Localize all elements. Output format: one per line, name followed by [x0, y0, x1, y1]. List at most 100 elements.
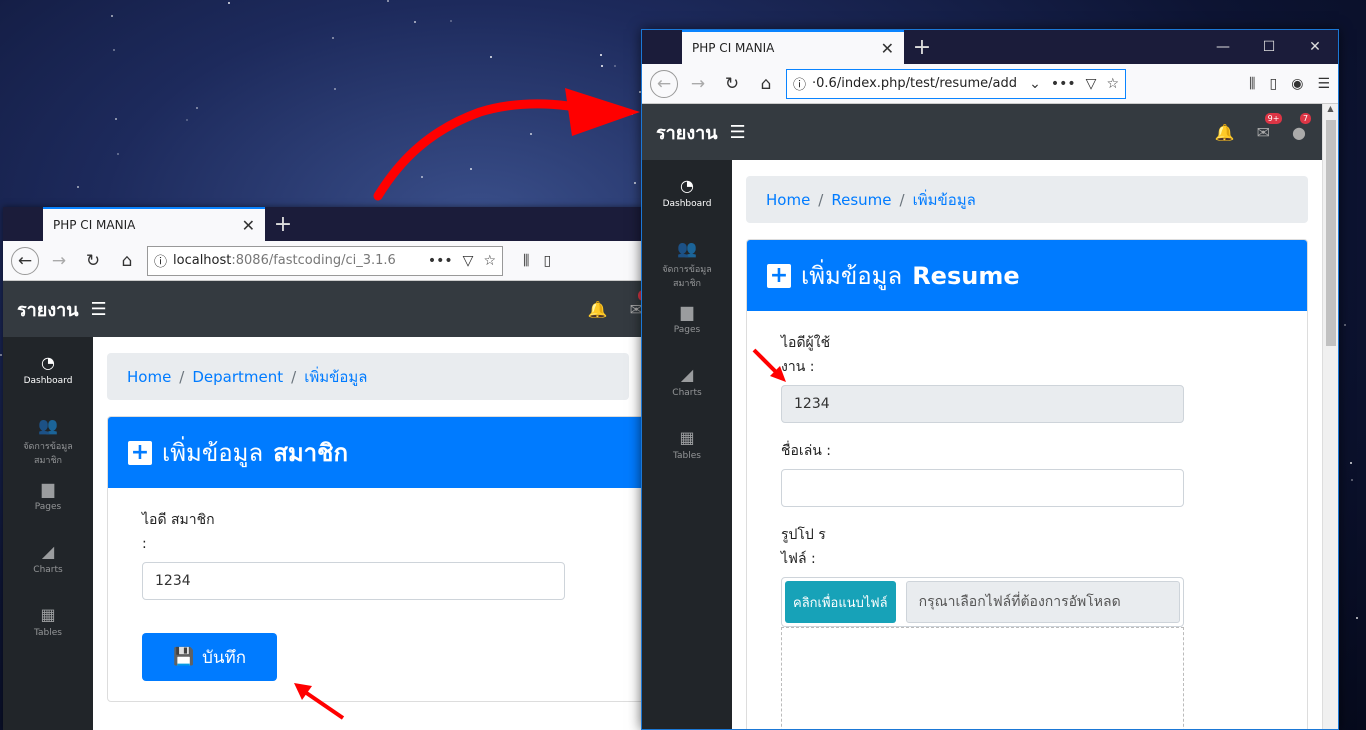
browser-tab[interactable]: PHP CI MANIA ✕	[43, 207, 265, 241]
app-header: รายงาน ☰ 🔔 ✉ 9+ ● 7	[642, 104, 1322, 160]
sidebar-item-members[interactable]: 👥 จัดการข้อมูล สมาชิก	[3, 416, 93, 479]
vertical-scrollbar[interactable]: ▲	[1322, 104, 1338, 729]
tab-bar: PHP CI MANIA ✕ +	[3, 207, 643, 241]
sidebar-toggle-icon[interactable]: ▯	[543, 253, 551, 269]
card-title-prefix: เพิ่มข้อมูล	[801, 262, 903, 290]
sidebar-item-dashboard[interactable]: ◔ Dashboard	[3, 353, 93, 416]
pocket-icon[interactable]: ▽	[1086, 76, 1097, 92]
card-header: + เพิ่มข้อมูล สมาชิก	[108, 417, 643, 488]
chevron-down-icon[interactable]: ⌄	[1029, 76, 1041, 92]
sidebar-toggle-icon[interactable]: ▯	[1270, 76, 1278, 92]
attach-file-button[interactable]: คลิกเพื่อแนบไฟล์	[785, 581, 896, 623]
star-dot	[634, 182, 636, 184]
breadcrumb: Home / Resume / เพิ่มข้อมูล	[746, 176, 1308, 223]
plus-square-icon: +	[767, 263, 791, 288]
window-close-icon[interactable]: ✕	[1292, 30, 1338, 64]
maximize-icon[interactable]: ☐	[1246, 30, 1292, 64]
back-arrow-icon[interactable]: ←	[650, 69, 678, 98]
browser-tab[interactable]: PHP CI MANIA ✕	[682, 30, 904, 64]
file-placeholder[interactable]: กรุณาเลือกไฟล์ที่ต้องการอัพโหลด	[905, 581, 1180, 623]
breadcrumb-add[interactable]: เพิ่มข้อมูล	[304, 365, 367, 389]
sidebar-item-dashboard[interactable]: ◔ Dashboard	[642, 176, 732, 239]
breadcrumb-home[interactable]: Home	[766, 191, 810, 209]
star-dot	[334, 88, 336, 90]
library-icon[interactable]: ⫼	[1249, 76, 1255, 92]
nav-toolbar: ← → ↻ ⌂ ⓘ localhost:8086/fastcoding/ci_3…	[3, 241, 643, 281]
sidebar-item-charts[interactable]: ◢ Charts	[642, 365, 732, 428]
dashboard-icon: ◔	[41, 353, 55, 372]
sidebar-item-members[interactable]: 👥 จัดการข้อมูล สมาชิก	[642, 239, 732, 302]
sidebar: ◔ Dashboard 👥 จัดการข้อมูล สมาชิก ▆ Pages ◢…	[642, 160, 732, 729]
breadcrumb-resume[interactable]: Resume	[831, 191, 891, 209]
form-card: + เพิ่มข้อมูล สมาชิก ไอดี สมาชิก : 1234 …	[107, 416, 643, 702]
sidebar-item-charts[interactable]: ◢ Charts	[3, 542, 93, 605]
library-icon[interactable]: ⫼	[523, 253, 529, 269]
app-menu-icon[interactable]: ☰	[1317, 76, 1330, 92]
pocket-icon[interactable]: ▽	[463, 253, 474, 269]
more-icon[interactable]: •••	[428, 253, 453, 269]
new-tab-icon[interactable]: +	[904, 30, 940, 64]
scroll-up-icon[interactable]: ▲	[1323, 104, 1338, 113]
sidebar-item-tables[interactable]: ▦ Tables	[642, 428, 732, 491]
nickname-input[interactable]	[781, 469, 1184, 507]
url-bar[interactable]: ⓘ ·0.6/index.php/test/resume/add ⌄ ••• ▽…	[786, 68, 1126, 99]
table-icon: ▦	[679, 428, 695, 447]
info-icon[interactable]: ⓘ	[154, 251, 167, 270]
scrollbar-thumb[interactable]	[1326, 120, 1336, 346]
sidebar-item-tables[interactable]: ▦ Tables	[3, 605, 93, 668]
home-icon[interactable]: ⌂	[752, 70, 780, 98]
breadcrumb-add[interactable]: เพิ่มข้อมูล	[913, 188, 976, 212]
file-dropzone[interactable]	[781, 627, 1184, 729]
star-dot	[530, 133, 532, 135]
brand-title[interactable]: รายงาน	[656, 118, 718, 147]
dashboard-icon: ◔	[680, 176, 694, 195]
form-card: + เพิ่มข้อมูล Resume ไอดีผู้ใช้ งาน : 12…	[746, 239, 1308, 729]
reload-icon[interactable]: ↻	[79, 247, 107, 275]
main-content: Home / Department / เพิ่มข้อมูล + เพิ่มข้อ…	[93, 337, 643, 730]
sidebar-item-pages[interactable]: ▆ Pages	[3, 479, 93, 542]
save-button[interactable]: 💾 บันทึก	[142, 633, 277, 681]
folder-icon: ▆	[680, 302, 694, 321]
close-icon[interactable]: ✕	[881, 39, 894, 58]
reload-icon[interactable]: ↻	[718, 70, 746, 98]
star-icon[interactable]: ☆	[483, 253, 496, 269]
star-dot	[490, 56, 492, 58]
bell-icon[interactable]: 🔔	[1215, 123, 1235, 142]
new-tab-icon[interactable]: +	[265, 207, 301, 241]
card-title-bold: สมาชิก	[273, 439, 348, 467]
star-dot	[631, 113, 633, 115]
bell-icon[interactable]: 🔔	[588, 300, 608, 319]
star-dot	[1356, 617, 1358, 619]
mail-icon[interactable]: ✉9+	[1257, 112, 1283, 142]
url-bar[interactable]: ⓘ localhost:8086/fastcoding/ci_3.1.6 •••…	[147, 245, 503, 276]
forward-arrow-icon[interactable]: →	[684, 70, 712, 98]
account-icon[interactable]: ◉	[1291, 76, 1303, 92]
tab-bar: PHP CI MANIA ✕ + — ☐ ✕	[642, 30, 1338, 64]
nickname-label: ชื่อเล่น :	[781, 443, 832, 459]
forward-arrow-icon[interactable]: →	[45, 247, 73, 275]
star-dot	[470, 168, 472, 170]
nav-toolbar: ← → ↻ ⌂ ⓘ ·0.6/index.php/test/resume/add…	[642, 64, 1338, 104]
breadcrumb-home[interactable]: Home	[127, 368, 171, 386]
member-id-input[interactable]: 1234	[142, 562, 565, 600]
brand-title[interactable]: รายงาน	[17, 295, 79, 324]
table-icon: ▦	[40, 605, 56, 624]
chart-icon: ◢	[41, 542, 55, 561]
menu-icon[interactable]: ☰	[91, 299, 107, 320]
more-icon[interactable]: •••	[1051, 76, 1076, 92]
star-dot	[196, 107, 198, 109]
star-dot	[601, 65, 603, 67]
breadcrumb-department[interactable]: Department	[192, 368, 283, 386]
back-arrow-icon[interactable]: ←	[11, 246, 39, 275]
menu-icon[interactable]: ☰	[730, 122, 746, 143]
minimize-icon[interactable]: —	[1200, 30, 1246, 64]
star-icon[interactable]: ☆	[1106, 76, 1119, 92]
user-circle-icon[interactable]: ● 7	[1292, 112, 1312, 142]
close-icon[interactable]: ✕	[242, 216, 255, 235]
star-dot	[228, 2, 230, 4]
browser-window-back: PHP CI MANIA ✕ + ← → ↻ ⌂ ⓘ localhost:808…	[3, 207, 643, 730]
home-icon[interactable]: ⌂	[113, 247, 141, 275]
sidebar-item-pages[interactable]: ▆ Pages	[642, 302, 732, 365]
info-icon[interactable]: ⓘ	[793, 74, 806, 93]
user-id-input[interactable]: 1234	[781, 385, 1184, 423]
